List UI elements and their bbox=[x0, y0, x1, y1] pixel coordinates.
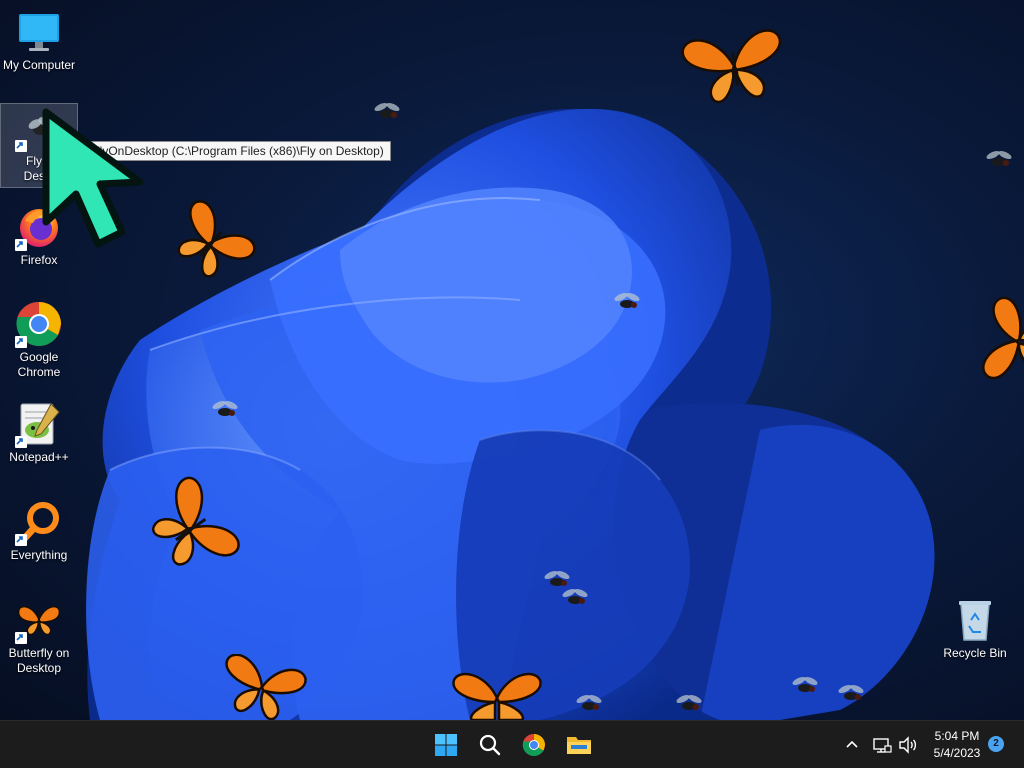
search-icon bbox=[479, 734, 501, 756]
magnifier-icon bbox=[15, 498, 63, 546]
recycle-bin-icon bbox=[951, 596, 999, 644]
butterfly-sprite bbox=[681, 29, 782, 104]
butterfly-sprite bbox=[225, 654, 307, 720]
desktop-icon-label: Notepad++ bbox=[9, 450, 69, 464]
desktop-icon-label: Butterfly on Desktop bbox=[8, 646, 70, 675]
shortcut-arrow-icon bbox=[15, 436, 27, 448]
desktop-icon-butterfly-on-desktop[interactable]: Butterfly on Desktop bbox=[0, 596, 78, 676]
volume-button[interactable] bbox=[898, 735, 918, 755]
notepadpp-icon bbox=[15, 400, 63, 448]
network-icon bbox=[873, 738, 892, 753]
chevron-up-icon bbox=[846, 740, 858, 748]
shortcut-arrow-icon bbox=[15, 239, 27, 251]
start-button[interactable] bbox=[430, 729, 462, 761]
desktop-icon-everything[interactable]: Everything bbox=[0, 498, 78, 563]
taskbar-chrome-button[interactable] bbox=[518, 729, 550, 761]
search-button[interactable] bbox=[474, 729, 506, 761]
shortcut-arrow-icon bbox=[15, 336, 27, 348]
fly-sprite bbox=[792, 676, 818, 692]
chrome-icon bbox=[15, 300, 63, 348]
desktop-icon-label: Google Chrome bbox=[17, 350, 61, 379]
taskbar-file-explorer-button[interactable] bbox=[562, 729, 594, 761]
notification-badge[interactable]: 2 bbox=[988, 736, 1004, 752]
desktop-icon-label: Recycle Bin bbox=[943, 646, 1007, 660]
butterfly-sprite bbox=[177, 200, 256, 278]
taskbar: 5:04 PM 5/4/2023 bbox=[0, 720, 1024, 768]
desktop[interactable]: My Computer Fly o Deskt bbox=[0, 0, 1024, 720]
clock[interactable]: 5:04 PM 5/4/2023 bbox=[926, 728, 988, 762]
desktop-icon-label: Firefox bbox=[20, 253, 58, 267]
monitor-icon bbox=[15, 8, 63, 56]
fly-sprite bbox=[562, 588, 588, 604]
shortcut-arrow-icon bbox=[15, 534, 27, 546]
chrome-icon bbox=[522, 733, 545, 756]
shortcut-arrow-icon bbox=[15, 140, 27, 152]
volume-icon bbox=[899, 736, 917, 754]
shortcut-arrow-icon bbox=[15, 632, 27, 644]
desktop-icon-google-chrome[interactable]: Google Chrome bbox=[0, 300, 78, 380]
wallpaper-bloom bbox=[86, 108, 935, 720]
desktop-icon-notepadpp[interactable]: Notepad++ bbox=[0, 400, 78, 465]
show-hidden-icons-button[interactable] bbox=[842, 735, 862, 755]
clock-date: 5/4/2023 bbox=[933, 746, 981, 760]
fly-sprite bbox=[374, 102, 400, 118]
fly-sprite bbox=[212, 400, 238, 416]
fly-sprite bbox=[986, 150, 1012, 166]
butterfly-sprite bbox=[982, 296, 1024, 380]
fly-sprite bbox=[676, 694, 702, 710]
fly-sprite bbox=[614, 292, 640, 308]
clock-time: 5:04 PM bbox=[934, 729, 980, 743]
fly-sprite bbox=[576, 694, 602, 710]
desktop-icon-label: Everything bbox=[10, 548, 68, 562]
network-button[interactable] bbox=[872, 735, 892, 755]
desktop-icon-recycle-bin[interactable]: Recycle Bin bbox=[936, 596, 1014, 661]
desktop-icon-label: My Computer bbox=[2, 58, 76, 72]
mouse-cursor-icon bbox=[42, 108, 144, 248]
butterfly-sprite bbox=[151, 476, 240, 566]
folder-icon bbox=[567, 737, 591, 754]
windows-start-icon bbox=[435, 734, 457, 756]
butterfly-icon bbox=[15, 596, 63, 644]
butterfly-sprite bbox=[452, 672, 542, 720]
desktop-icon-my-computer[interactable]: My Computer bbox=[0, 8, 78, 73]
fly-sprite bbox=[838, 684, 864, 700]
